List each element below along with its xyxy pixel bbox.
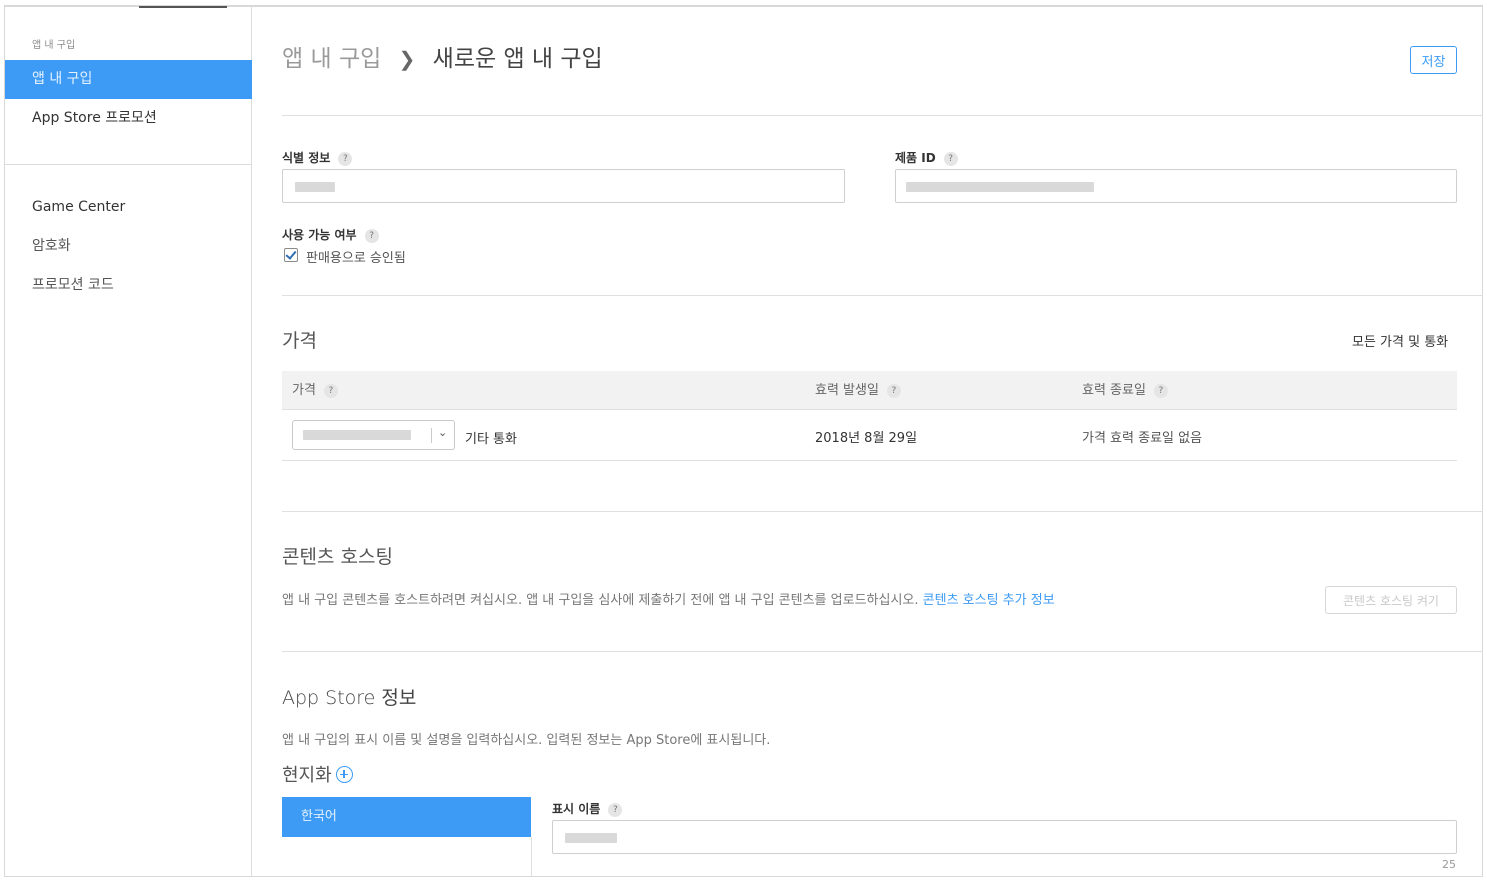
hosting-more-info-link[interactable]: 콘텐츠 호스팅 추가 정보 xyxy=(923,593,1055,608)
sidebar-divider xyxy=(5,164,252,165)
localization-header: 현지화 xyxy=(282,761,353,787)
chevron-down-icon: ⌄ xyxy=(438,426,448,439)
section-divider xyxy=(282,115,1482,116)
price-start-date: 2018년 8월 29일 xyxy=(815,431,918,446)
locale-divider xyxy=(531,837,532,876)
question-help-icon[interactable]: ? xyxy=(608,803,623,817)
product-id-label-text: 제품 ID xyxy=(895,151,936,165)
reference-name-input[interactable] xyxy=(282,169,845,203)
column-header-start-date-text: 효력 발생일 xyxy=(815,383,879,398)
display-name-label: 표시 이름? xyxy=(552,800,623,817)
question-help-icon[interactable]: ? xyxy=(364,229,379,243)
product-id-label: 제품 ID? xyxy=(895,149,958,166)
character-count: 25 xyxy=(1442,858,1456,871)
availability-label: 사용 가능 여부? xyxy=(282,226,379,243)
sidebar-item-encryption[interactable]: 암호화 xyxy=(5,227,252,266)
sidebar-item-in-app-purchases[interactable]: 앱 내 구입 xyxy=(5,60,252,99)
store-info-title: App Store 정보 xyxy=(282,687,417,709)
locale-tab-korean[interactable]: 한국어 xyxy=(282,797,531,837)
breadcrumb: 앱 내 구입 ❯ 새로운 앱 내 구입 xyxy=(282,39,603,73)
price-end-date: 가격 효력 종료일 없음 xyxy=(1082,431,1203,446)
sidebar-item-app-store-promotions[interactable]: App Store 프로모션 xyxy=(5,99,252,138)
turn-on-hosting-button[interactable]: 콘텐츠 호스팅 켜기 xyxy=(1325,586,1457,614)
column-header-end-date-text: 효력 종료일 xyxy=(1082,383,1146,398)
display-name-label-text: 표시 이름 xyxy=(552,802,601,816)
reference-name-label: 식별 정보? xyxy=(282,149,353,166)
cleared-for-sale-checkbox[interactable] xyxy=(284,248,298,262)
all-prices-link[interactable]: 모든 가격 및 통화 xyxy=(1352,331,1448,350)
page-title: 새로운 앱 내 구입 xyxy=(432,46,603,72)
sidebar-item-promo-codes[interactable]: 프로모션 코드 xyxy=(5,266,252,305)
chevron-right-icon: ❯ xyxy=(398,47,416,71)
app-window: 앱 내 구입 앱 내 구입 App Store 프로모션 Game Center… xyxy=(4,5,1483,877)
add-circle-icon[interactable] xyxy=(335,766,353,783)
section-divider xyxy=(282,651,1482,652)
question-help-icon[interactable]: ? xyxy=(886,384,901,398)
section-divider xyxy=(282,295,1482,296)
sidebar: 앱 내 구입 앱 내 구입 App Store 프로모션 Game Center… xyxy=(5,6,252,876)
question-help-icon[interactable]: ? xyxy=(1153,384,1168,398)
breadcrumb-root-link[interactable]: 앱 내 구입 xyxy=(282,46,381,72)
main-content: 앱 내 구입 ❯ 새로운 앱 내 구입 저장 식별 정보? 제품 ID? 사용 … xyxy=(282,6,1482,876)
hosting-description: 앱 내 구입 콘텐츠를 호스트하려면 켜십시오. 앱 내 구입을 심사에 제출하… xyxy=(282,589,1055,608)
redacted-value xyxy=(565,833,617,843)
save-button[interactable]: 저장 xyxy=(1410,46,1457,74)
hosting-description-text: 앱 내 구입 콘텐츠를 호스트하려면 켜십시오. 앱 내 구입을 심사에 제출하… xyxy=(282,593,919,608)
localization-label: 현지화 xyxy=(282,765,332,786)
cleared-for-sale-label: 판매용으로 승인됨 xyxy=(306,251,406,266)
reference-name-label-text: 식별 정보 xyxy=(282,151,331,165)
column-header-price: 가격? xyxy=(292,371,338,410)
redacted-value xyxy=(303,430,411,440)
pricing-section-title: 가격 xyxy=(282,330,317,352)
pricing-table-header: 가격? 효력 발생일? 효력 종료일? xyxy=(282,371,1457,410)
column-header-price-text: 가격 xyxy=(292,383,316,398)
hosting-section-title: 콘텐츠 호스팅 xyxy=(282,546,393,568)
sidebar-item-game-center[interactable]: Game Center xyxy=(5,188,252,227)
select-separator xyxy=(431,428,432,443)
display-name-input[interactable] xyxy=(552,820,1457,854)
column-header-end-date: 효력 종료일? xyxy=(1082,371,1168,410)
price-tier-select[interactable]: ⌄ xyxy=(292,420,455,450)
store-info-description: 앱 내 구입의 표시 이름 및 설명을 입력하십시오. 입력된 정보는 App … xyxy=(282,733,771,748)
redacted-value xyxy=(295,182,335,192)
sidebar-group-label: 앱 내 구입 xyxy=(32,40,76,51)
question-help-icon[interactable]: ? xyxy=(943,152,958,166)
table-row-divider xyxy=(282,460,1457,461)
section-divider xyxy=(282,511,1482,512)
other-currencies-link[interactable]: 기타 통화 xyxy=(465,428,517,447)
availability-label-text: 사용 가능 여부 xyxy=(282,228,357,242)
column-header-start-date: 효력 발생일? xyxy=(815,371,901,410)
product-id-input[interactable] xyxy=(895,169,1457,203)
question-help-icon[interactable]: ? xyxy=(323,384,338,398)
redacted-value xyxy=(906,182,1094,192)
question-help-icon[interactable]: ? xyxy=(338,152,353,166)
